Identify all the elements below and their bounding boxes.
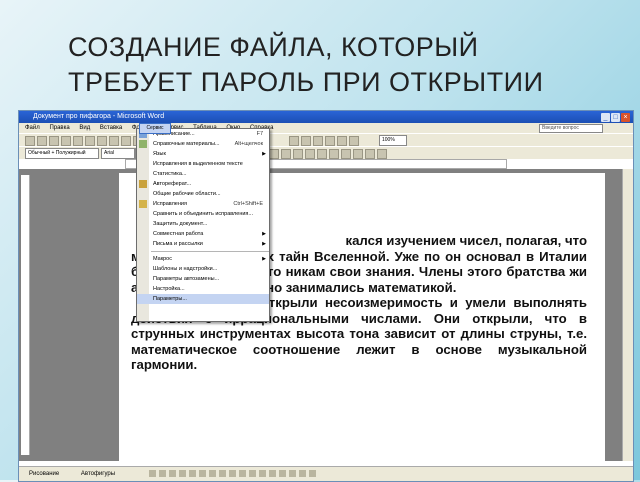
arrow-style-icon[interactable] (289, 470, 296, 477)
font-combo[interactable]: Arial (101, 148, 135, 159)
line-style-icon[interactable] (269, 470, 276, 477)
align-right-icon[interactable] (293, 149, 303, 159)
menu-item-autosummary[interactable]: Автореферат... (137, 179, 269, 189)
vertical-ruler (21, 175, 30, 455)
numbering-icon[interactable] (317, 149, 327, 159)
line-color-icon[interactable] (249, 470, 256, 477)
excel-icon[interactable] (301, 136, 311, 146)
outdent-icon[interactable] (341, 149, 351, 159)
menu-item-track-changes[interactable]: Исправления Ctrl+Shift+E (137, 199, 269, 209)
slide-title-line2: ТРЕБУЕТ ПАРОЛЬ ПРИ ОТКРЫТИИ (68, 67, 544, 97)
formatting-toolbar: Обычный + Полужирный Arial 14 (19, 146, 633, 159)
textbox-icon[interactable] (189, 470, 196, 477)
diagram-icon[interactable] (209, 470, 216, 477)
menu-item-compare-merge[interactable]: Сравнить и объединить исправления... (137, 209, 269, 219)
3d-icon[interactable] (309, 470, 316, 477)
spelling-icon[interactable] (109, 136, 119, 146)
document-area: кался изучением чисел, полагая, что ма т… (19, 169, 633, 463)
submenu-arrow-icon: ▶ (262, 151, 266, 157)
indent-icon[interactable] (353, 149, 363, 159)
window-title: Документ про пифагора - Microsoft Word (33, 113, 165, 120)
new-icon[interactable] (25, 136, 35, 146)
dash-style-icon[interactable] (279, 470, 286, 477)
menu-item-wordcount[interactable]: Статистика... (137, 169, 269, 179)
menu-edit[interactable]: Правка (49, 125, 69, 131)
highlight-icon[interactable] (365, 149, 375, 159)
standard-toolbar: 100% (19, 133, 633, 146)
bullets-icon[interactable] (329, 149, 339, 159)
menu-item-autocorrect[interactable]: Параметры автозамены... (137, 274, 269, 284)
submenu-arrow-icon: ▶ (262, 241, 266, 247)
menu-item-fix-broken[interactable]: Исправления в выделенном тексте (137, 159, 269, 169)
fill-color-icon[interactable] (239, 470, 246, 477)
slide-title-line1: СОЗДАНИЕ ФАЙЛА, КОТОРЫЙ (68, 32, 479, 62)
research-icon (139, 140, 147, 148)
docmap-icon[interactable] (337, 136, 347, 146)
menubar: Файл Правка Вид Вставка Формат Сервис Та… (19, 123, 633, 133)
table-icon[interactable] (289, 136, 299, 146)
maximize-icon[interactable]: □ (611, 113, 620, 122)
align-center-icon[interactable] (281, 149, 291, 159)
menu-item-letters[interactable]: Письма и рассылки ▶ (137, 239, 269, 249)
menu-item-options[interactable]: Параметры... (137, 294, 269, 304)
zoom-combo[interactable]: 100% (379, 135, 407, 146)
window-titlebar: Документ про пифагора - Microsoft Word _… (19, 111, 633, 123)
menu-item-research[interactable]: Справочные материалы... Alt+щелчок (137, 139, 269, 149)
drawing-icon[interactable] (325, 136, 335, 146)
autosummary-icon (139, 180, 147, 188)
tools-menu-highlight[interactable]: Сервис (139, 123, 171, 134)
close-icon[interactable]: × (621, 113, 630, 122)
font-color-icon[interactable] (377, 149, 387, 159)
open-icon[interactable] (37, 136, 47, 146)
arrow-icon[interactable] (159, 470, 166, 477)
drawing-toolbar: Рисование Автофигуры (19, 466, 633, 481)
submenu-arrow-icon: ▶ (262, 231, 266, 237)
menu-insert[interactable]: Вставка (100, 125, 122, 131)
menu-view[interactable]: Вид (79, 125, 90, 131)
menu-file[interactable]: Файл (25, 125, 40, 131)
email-icon[interactable] (73, 136, 83, 146)
picture-icon[interactable] (229, 470, 236, 477)
submenu-arrow-icon: ▶ (262, 256, 266, 262)
pilcrow-icon[interactable] (349, 136, 359, 146)
line-icon[interactable] (149, 470, 156, 477)
slide-title: СОЗДАНИЕ ФАЙЛА, КОТОРЫЙ ТРЕБУЕТ ПАРОЛЬ П… (68, 30, 628, 100)
font-color-icon[interactable] (259, 470, 266, 477)
menu-item-shared-workspace[interactable]: Общие рабочие области... (137, 189, 269, 199)
print-icon[interactable] (85, 136, 95, 146)
align-left-icon[interactable] (269, 149, 279, 159)
menu-item-protect[interactable]: Защитить документ... (137, 219, 269, 229)
menu-item-customize[interactable]: Настройка... (137, 284, 269, 294)
shadow-icon[interactable] (299, 470, 306, 477)
draw-menu[interactable]: Рисование (29, 471, 59, 477)
columns-icon[interactable] (313, 136, 323, 146)
menu-item-online-collab[interactable]: Совместная работа ▶ (137, 229, 269, 239)
autoshapes-menu[interactable]: Автофигуры (81, 471, 115, 477)
word-window: Документ про пифагора - Microsoft Word _… (18, 110, 634, 482)
justify-icon[interactable] (305, 149, 315, 159)
menu-item-templates[interactable]: Шаблоны и надстройки... (137, 264, 269, 274)
vertical-scrollbar[interactable] (622, 169, 633, 461)
research-icon[interactable] (121, 136, 131, 146)
help-search-input[interactable]: Введите вопрос (539, 124, 603, 133)
minimize-icon[interactable]: _ (601, 113, 610, 122)
permission-icon[interactable] (61, 136, 71, 146)
preview-icon[interactable] (97, 136, 107, 146)
tools-dropdown-menu: Правописание... F7 Справочные материалы..… (136, 128, 270, 322)
rectangle-icon[interactable] (169, 470, 176, 477)
track-changes-icon (139, 200, 147, 208)
menu-item-macro[interactable]: Макрос ▶ (137, 254, 269, 264)
menu-item-language[interactable]: Язык ▶ (137, 149, 269, 159)
oval-icon[interactable] (179, 470, 186, 477)
save-icon[interactable] (49, 136, 59, 146)
style-combo[interactable]: Обычный + Полужирный (25, 148, 99, 159)
clipart-icon[interactable] (219, 470, 226, 477)
wordart-icon[interactable] (199, 470, 206, 477)
